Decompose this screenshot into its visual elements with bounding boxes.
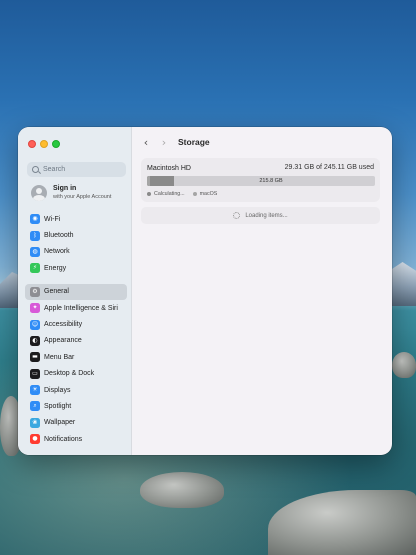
sidebar-item-label: Notifications xyxy=(44,435,83,443)
sidebar-item-apple-intelligence-siri[interactable]: ✦ Apple Intelligence & Siri xyxy=(25,300,127,316)
sidebar-item-label: Bluetooth xyxy=(44,232,74,240)
background-rock xyxy=(392,352,416,378)
sidebar-item-energy[interactable]: ⚡ Energy xyxy=(25,260,127,276)
storage-bar: 215.8 GB xyxy=(147,176,375,186)
sidebar-item-wallpaper[interactable]: ❀ Wallpaper xyxy=(25,415,127,431)
zoom-button[interactable] xyxy=(52,140,60,148)
menubar-icon: ▬ xyxy=(30,352,40,363)
back-button[interactable]: ‹ xyxy=(139,135,153,149)
avatar xyxy=(31,184,47,201)
loading-items: Loading items... xyxy=(141,207,380,224)
account-subtitle: with your Apple Account xyxy=(53,194,112,200)
spinner-icon xyxy=(233,212,241,219)
sidebar-item-displays[interactable]: ☀ Displays xyxy=(25,382,127,398)
sidebar-item-desktop-dock[interactable]: ▭ Desktop & Dock xyxy=(25,366,127,382)
sidebar-item-network[interactable]: ◍ Network xyxy=(25,244,127,260)
legend-dot xyxy=(147,192,151,196)
sidebar-item-appearance[interactable]: ◐ Appearance xyxy=(25,333,127,349)
sidebar-item-label: Energy xyxy=(44,264,67,272)
account-sign-in[interactable]: Sign in with your Apple Account xyxy=(31,184,111,201)
display-icon: ☀ xyxy=(30,385,40,396)
bell-icon: ● xyxy=(30,434,40,445)
search-placeholder: Search xyxy=(43,166,66,173)
sidebar-item-menu-bar[interactable]: ▬ Menu Bar xyxy=(25,349,127,365)
forward-button[interactable]: › xyxy=(157,135,171,149)
sidebar-item-label: Desktop & Dock xyxy=(44,370,95,378)
sidebar-nav: ◉ Wi-Fi ᛒ Bluetooth ◍ Network ⚡ Energy ⚙ General ✦… xyxy=(25,211,127,447)
battery-icon: ⚡ xyxy=(30,263,40,274)
accessibility-icon: ☺ xyxy=(30,319,40,330)
spotlight-icon: ⌕ xyxy=(30,401,40,412)
search-icon xyxy=(32,165,40,174)
sidebar-item-label: General xyxy=(44,288,69,296)
globe-icon: ◍ xyxy=(30,246,40,257)
wifi-icon: ◉ xyxy=(30,214,40,225)
sidebar-item-label: Appearance xyxy=(44,337,82,345)
sidebar-item-wi-fi[interactable]: ◉ Wi-Fi xyxy=(25,211,127,227)
sidebar-item-notifications[interactable]: ● Notifications xyxy=(25,431,127,447)
disk-name: Macintosh HD xyxy=(147,165,191,172)
search-input[interactable]: Search xyxy=(27,162,126,177)
loading-text: Loading items... xyxy=(245,212,288,219)
sidebar-item-label: Accessibility xyxy=(44,321,83,329)
minimize-button[interactable] xyxy=(40,140,48,148)
legend-label: Calculating... xyxy=(154,191,185,197)
chevron-left-icon: ‹ xyxy=(143,135,149,149)
legend-label: macOS xyxy=(199,191,218,197)
sidebar-item-label: Wi-Fi xyxy=(44,215,61,223)
appearance-icon: ◐ xyxy=(30,335,40,346)
sidebar-item-label: Displays xyxy=(44,386,71,394)
legend-dot xyxy=(192,192,197,196)
window-controls xyxy=(28,140,60,148)
sidebar-item-spotlight[interactable]: ⌕ Spotlight xyxy=(25,398,127,414)
sidebar-item-label: Apple Intelligence & Siri xyxy=(44,304,118,312)
account-name: Sign in xyxy=(53,185,77,192)
storage-card: Macintosh HD 29.31 GB of 245.11 GB used … xyxy=(141,158,380,202)
storage-legend: Calculating... macOS xyxy=(147,191,217,197)
sidebar-item-label: Wallpaper xyxy=(44,419,76,427)
bluetooth-icon: ᛒ xyxy=(30,230,40,241)
storage-bar-free-label: 215.8 GB xyxy=(259,178,283,184)
chevron-right-icon: › xyxy=(161,135,167,149)
sidebar-item-label: Menu Bar xyxy=(44,353,75,361)
sidebar-item-general[interactable]: ⚙ General xyxy=(25,283,127,300)
sidebar: Search Sign in with your Apple Account ◉… xyxy=(18,127,132,455)
close-button[interactable] xyxy=(28,140,36,148)
settings-window: Search Sign in with your Apple Account ◉… xyxy=(18,127,392,455)
background-rock xyxy=(140,472,224,508)
siri-icon: ✦ xyxy=(30,303,40,314)
sidebar-item-accessibility[interactable]: ☺ Accessibility xyxy=(25,316,127,332)
gear-icon: ⚙ xyxy=(30,286,40,297)
sidebar-separator xyxy=(25,277,127,284)
toolbar: ‹ › Storage xyxy=(132,127,392,157)
dock-icon: ▭ xyxy=(30,368,40,379)
wallpaper-icon: ❀ xyxy=(30,417,40,428)
disk-usage-text: 29.31 GB of 245.11 GB used xyxy=(284,164,374,171)
sidebar-item-label: Network xyxy=(44,248,70,256)
sidebar-item-label: Spotlight xyxy=(44,402,72,410)
sidebar-item-bluetooth[interactable]: ᛒ Bluetooth xyxy=(25,227,127,243)
page-title: Storage xyxy=(178,137,210,147)
